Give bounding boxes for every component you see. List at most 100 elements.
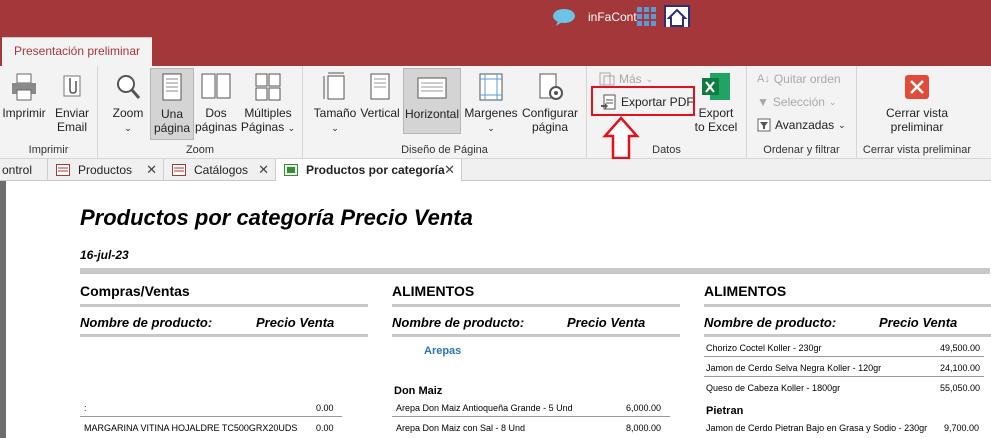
row-divider [704,356,984,357]
tab-productos-por-categoria[interactable]: Productos por categoría ✕ [276,159,462,181]
group-cerrar: Cerrar vista preliminar Cerrar vista pre… [857,66,977,159]
brand-group-title: Don Maiz [394,385,443,397]
report-icon [284,164,298,176]
tab-control[interactable]: ontrol [0,159,48,181]
page-setup-icon [539,73,563,100]
product-price: 0.00 [316,403,334,413]
export-excel-button[interactable]: Export to Excel [693,72,739,134]
close-tab-icon[interactable]: ✕ [146,159,157,181]
category-title: ALIMENTOS [704,283,787,299]
subcategory-title: Arepas [424,345,462,357]
column-header-price: Precio Venta [256,315,335,330]
excel-icon [702,73,730,100]
chat-icon[interactable] [552,8,576,30]
column-header-price: Precio Venta [567,315,646,330]
close-tab-icon[interactable]: ✕ [444,159,455,181]
group-label-imprimir: Imprimir [28,144,69,156]
tab-print-preview[interactable]: Presentación preliminar [2,37,152,66]
close-tab-icon[interactable]: ✕ [258,159,269,181]
multiple-pages-button[interactable]: Múltiples Páginas ⌄ [240,72,296,135]
one-page-button[interactable]: Una página [150,68,194,140]
column-header-name: Nombre de producto: [392,315,525,330]
sort-icon: A↓ [757,73,770,85]
product-price: 8,000.00 [626,423,662,433]
group-label-cerrar: Cerrar vista preliminar [862,144,972,156]
margins-icon [479,73,503,101]
product-name: Chorizo Coctel Koller - 230gr [706,343,822,353]
size-button[interactable]: Tamaño ⌄ [311,72,359,135]
group-zoom: Zoom ⌄ Una página Dos páginas Múltiples … [98,66,303,159]
column-header-name: Nombre de producto: [80,315,213,330]
print-button[interactable]: Imprimir [0,72,48,120]
ribbon: Imprimir Enviar Email Imprimir Zoom ⌄ Un… [0,66,991,160]
divider [704,334,991,337]
attachment-email-icon [63,75,81,97]
group-ordenar: A↓ Quitar orden ▼ Selección ⌄ Avanzadas ⌄ … [747,66,857,159]
product-name: Arepa Don Maiz con Sal - 8 Und [396,423,526,433]
product-price: 9,700.00 [944,423,980,433]
group-imprimir: Imprimir Enviar Email Imprimir [0,66,98,159]
report-title: Productos por categoría Precio Venta [80,205,473,230]
home-icon[interactable] [664,5,690,27]
send-email-button[interactable]: Enviar Email [50,72,94,134]
title-bar: inFaCont [0,0,991,37]
divider [80,304,368,307]
preview-left-edge [0,181,6,438]
group-diseno: Tamaño ⌄ Vertical Horizontal Margenes ⌄ … [303,66,587,159]
two-pages-button[interactable]: Dos páginas [194,72,238,134]
product-name: Arepa Don Maiz Antioqueña Grande - 5 Und [396,403,573,413]
vertical-button[interactable]: Vertical [359,72,401,120]
product-price: 49,500.00 [940,343,981,353]
portrait-icon [370,73,390,100]
group-label-datos: Datos [652,144,681,156]
advanced-button[interactable]: Avanzadas ⌄ [757,118,846,132]
divider [392,304,680,307]
column-header-price: Precio Venta [879,315,958,330]
product-price: 0.00 [316,423,334,433]
horizontal-button[interactable]: Horizontal [403,68,461,134]
category-title: Compras/Ventas [80,283,190,299]
product-name: Jamon de Cerdo Pietran Bajo en Grasa y S… [706,423,928,433]
selection-button[interactable]: ▼ Selección ⌄ [757,95,836,109]
close-preview-button[interactable]: Cerrar vista preliminar [867,72,967,134]
landscape-icon [417,77,447,99]
tab-catalogos[interactable]: Catálogos ✕ [164,159,276,181]
page-setup-button[interactable]: Configurar página [519,72,581,134]
row-divider [392,416,670,417]
product-price: 6,000.00 [626,403,662,413]
ribbon-tab-row: Presentación preliminar [0,37,991,66]
form-icon [172,164,186,176]
magnifier-icon [117,75,141,99]
remove-sort-button[interactable]: A↓ Quitar orden [757,72,841,86]
product-name: Queso de Cabeza Koller - 1800gr [706,383,841,393]
printer-icon [12,73,36,101]
multiple-pages-icon [255,73,281,101]
form-icon [56,164,70,176]
divider [704,304,991,307]
tab-productos[interactable]: Productos ✕ [48,159,164,181]
more-data-icon [599,72,615,86]
advanced-filter-icon [757,118,771,132]
single-page-icon [162,73,182,101]
two-pages-icon [201,73,231,99]
export-pdf-highlight [591,86,695,116]
more-button[interactable]: Más ⌄ [599,72,653,86]
divider [392,334,680,337]
product-price: 55,050.00 [940,383,981,393]
margins-button[interactable]: Margenes ⌄ [463,72,519,135]
row-divider [704,376,984,377]
group-label-diseno: Diseño de Página [401,144,488,156]
grid-icon[interactable] [636,6,658,28]
product-price: 24,100.00 [940,363,981,373]
group-label-zoom: Zoom [185,144,215,156]
category-title: ALIMENTOS [392,283,475,299]
report-date: 16-jul-23 [80,248,129,262]
filter-icon: ▼ [757,95,769,109]
document-tabs: ontrol Productos ✕ Catálogos ✕ Productos… [0,159,991,181]
zoom-button[interactable]: Zoom ⌄ [108,72,148,135]
divider [80,334,368,337]
product-name: Jamon de Cerdo Selva Negra Koller - 120g… [706,363,882,373]
page-size-icon [323,72,345,100]
row-divider [80,416,342,417]
group-label-ordenar: Ordenar y filtrar [763,144,840,156]
